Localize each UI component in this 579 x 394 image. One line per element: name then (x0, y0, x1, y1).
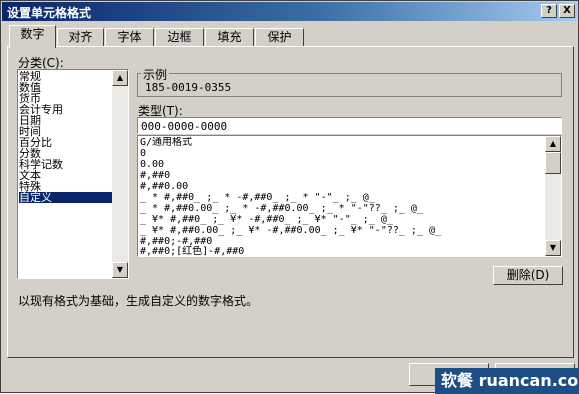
scroll-up-arrow-icon[interactable]: ▲ (545, 136, 561, 152)
format-list[interactable]: G/通用格式 0 0.00 #,##0 #,##0.00 _ * #,##0_ … (137, 135, 562, 257)
tab-alignment[interactable]: 对齐 (57, 28, 104, 47)
category-item[interactable]: 特殊 (19, 181, 113, 192)
dialog-title: 设置单元格格式 (7, 6, 92, 20)
sample-value: 185-0019-0355 (145, 81, 232, 94)
delete-button[interactable]: 删除(D) (493, 266, 563, 285)
scroll-down-arrow-icon[interactable]: ▼ (545, 240, 561, 256)
site-watermark: 软餐 ruancan.com (435, 368, 579, 394)
tab-fill[interactable]: 填充 (205, 28, 254, 47)
tab-font[interactable]: 字体 (105, 28, 154, 47)
format-item[interactable]: G/通用格式 (140, 137, 540, 148)
type-input[interactable]: 000-0000-0000 (137, 117, 562, 134)
format-item[interactable]: #,##0;[红色]-#,##0 (140, 246, 540, 256)
category-item[interactable]: 文本 (19, 170, 113, 181)
format-item[interactable]: _ * #,##0.00_ ;_ * -#,##0.00_ ;_ * "-"??… (140, 203, 540, 214)
title-bar: 设置单元格格式 ? X (2, 2, 577, 21)
close-button[interactable]: X (559, 4, 575, 18)
scroll-down-arrow-icon[interactable]: ▼ (112, 262, 128, 278)
format-item[interactable]: _ ¥* #,##0.00_ ;_ ¥* -#,##0.00_ ;_ ¥* "-… (140, 225, 540, 236)
scroll-up-arrow-icon[interactable]: ▲ (112, 70, 128, 86)
category-item[interactable]: 货币 (19, 93, 113, 104)
category-item[interactable]: 日期 (19, 115, 113, 126)
format-scrollbar[interactable]: ▲ ▼ (545, 136, 561, 256)
category-item[interactable]: 百分比 (19, 137, 113, 148)
tab-number[interactable]: 数字 (9, 25, 56, 48)
format-item[interactable]: 0 (140, 148, 540, 159)
category-scrollbar[interactable]: ▲ ▼ (112, 70, 128, 278)
category-item[interactable]: 分数 (19, 148, 113, 159)
format-item[interactable]: #,##0.00 (140, 181, 540, 192)
category-item[interactable]: 数值 (19, 82, 113, 93)
format-item[interactable]: #,##0 (140, 170, 540, 181)
category-list[interactable]: 常规 数值 货币 会计专用 日期 时间 百分比 分数 科学记数 文本 特殊 自定… (17, 69, 129, 279)
scroll-thumb[interactable] (545, 152, 561, 174)
category-item[interactable]: 时间 (19, 126, 113, 137)
format-item[interactable]: 0.00 (140, 159, 540, 170)
format-item[interactable]: _ * #,##0_ ;_ * -#,##0_ ;_ * "-"_ ;_ @_ (140, 192, 540, 203)
tab-border[interactable]: 边框 (155, 28, 204, 47)
hint-text: 以现有格式为基础，生成自定义的数字格式。 (18, 294, 259, 308)
category-item[interactable]: 常规 (19, 71, 113, 82)
format-item[interactable]: _ ¥* #,##0_ ;_ ¥* -#,##0_ ;_ ¥* "-"_ ;_ … (140, 214, 540, 225)
category-item[interactable]: 科学记数 (19, 159, 113, 170)
help-button[interactable]: ? (541, 4, 557, 18)
category-item[interactable]: 会计专用 (19, 104, 113, 115)
format-cells-dialog: 设置单元格格式 ? X 数字 对齐 字体 边框 填充 保护 分类(C): 常规 … (0, 0, 579, 394)
category-item-selected[interactable]: 自定义 (19, 192, 113, 203)
tab-protection[interactable]: 保护 (255, 28, 304, 47)
